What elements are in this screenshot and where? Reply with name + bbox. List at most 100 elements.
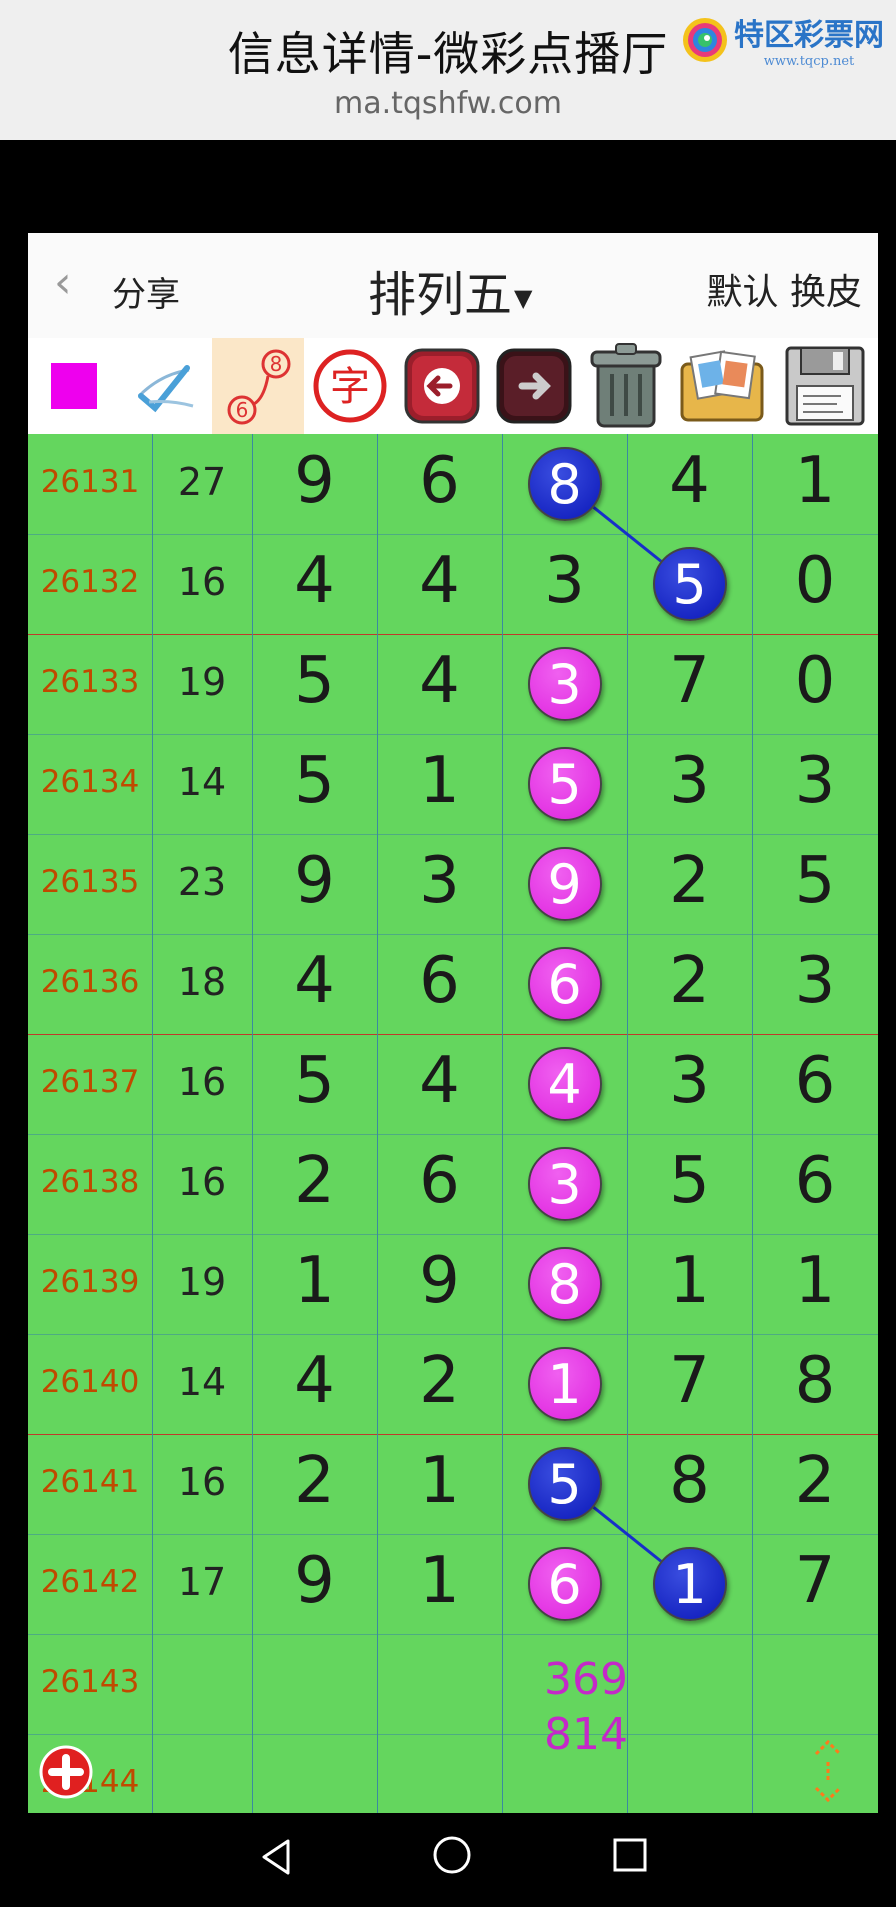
digit-cell[interactable]: 0	[752, 544, 878, 618]
share-button[interactable]: 分享	[112, 267, 180, 316]
android-nav-bar	[0, 1813, 896, 1907]
digit-cell[interactable]: 9	[252, 844, 377, 918]
period-number: 26135	[40, 864, 140, 900]
blue-ball-marker[interactable]: 8	[527, 447, 602, 521]
undo-arrow-icon	[404, 348, 480, 424]
text-char-button[interactable]: 字	[304, 338, 396, 434]
sum-value: 19	[177, 1260, 227, 1304]
nav-recents-icon[interactable]	[612, 1837, 648, 1873]
magenta-ball-marker[interactable]: 1	[527, 1347, 602, 1421]
prediction-line-1: 369	[544, 1654, 628, 1705]
digit-cell[interactable]: 7	[752, 1544, 878, 1618]
digit-cell[interactable]: 4	[252, 544, 377, 618]
magenta-ball-marker[interactable]: 3	[527, 1147, 602, 1221]
nav-back-icon[interactable]	[258, 1837, 294, 1877]
digit-cell[interactable]: 4	[252, 944, 377, 1018]
digit-cell[interactable]: 2	[252, 1144, 377, 1218]
digit-cell[interactable]: 1	[752, 444, 878, 518]
trash-icon	[590, 343, 662, 428]
magenta-ball-marker[interactable]: 6	[527, 1547, 602, 1621]
default-button[interactable]: 默认	[707, 272, 779, 313]
change-skin-button[interactable]: 换皮	[790, 272, 862, 313]
draw-chart-grid[interactable]: 26131 27 9 6 8 4 1 26132 16 4 4 3 5 0 26133 19 5 4 3 7 0 2613…	[28, 434, 878, 1813]
digit-cell[interactable]: 8	[627, 1444, 752, 1518]
scroll-updown-icon[interactable]	[808, 1738, 848, 1804]
digit-cell[interactable]: 4	[377, 644, 502, 718]
digit-cell[interactable]: 3	[752, 944, 878, 1018]
magenta-ball-marker[interactable]: 5	[527, 747, 602, 821]
blue-ball-marker[interactable]: 5	[527, 1447, 602, 1521]
connect-numbers-icon: 8 6	[227, 349, 291, 425]
digit-cell[interactable]: 4	[627, 444, 752, 518]
digit-cell[interactable]: 4	[377, 544, 502, 618]
digit-cell[interactable]: 7	[627, 644, 752, 718]
digit-cell[interactable]: 6	[377, 1144, 502, 1218]
digit-cell[interactable]: 2	[627, 944, 752, 1018]
page-url[interactable]: ma.tqshfw.com	[0, 86, 896, 121]
undo-button[interactable]	[396, 338, 488, 434]
nav-home-icon[interactable]	[432, 1835, 472, 1875]
digit-cell[interactable]: 6	[752, 1044, 878, 1118]
digit-cell[interactable]: 9	[252, 1544, 377, 1618]
lottery-type-selector[interactable]: 排列五▼	[368, 255, 532, 325]
blue-ball-marker[interactable]: 5	[652, 547, 727, 621]
digit-cell[interactable]: 5	[752, 844, 878, 918]
sum-value: 19	[177, 660, 227, 704]
digit-cell[interactable]: 3	[377, 844, 502, 918]
redo-button[interactable]	[488, 338, 580, 434]
digit-cell[interactable]: 1	[627, 1244, 752, 1318]
trash-button[interactable]	[580, 338, 672, 434]
sum-value: 14	[177, 1360, 227, 1404]
sum-value: 16	[177, 1460, 227, 1504]
magenta-ball-marker[interactable]: 6	[527, 947, 602, 1021]
chevron-left-icon[interactable]: ‹	[54, 261, 72, 305]
digit-cell[interactable]: 1	[752, 1244, 878, 1318]
digit-cell[interactable]: 3	[627, 744, 752, 818]
digit-cell[interactable]: 6	[377, 944, 502, 1018]
digit-cell[interactable]: 1	[377, 1444, 502, 1518]
plus-circle-icon[interactable]	[38, 1744, 94, 1800]
pen-check-button[interactable]	[120, 338, 212, 434]
digit-cell[interactable]: 5	[252, 1044, 377, 1118]
digit-cell[interactable]: 1	[252, 1244, 377, 1318]
connect-numbers-button[interactable]: 8 6	[212, 338, 304, 434]
digit-cell[interactable]: 5	[252, 644, 377, 718]
digit-cell[interactable]: 9	[252, 444, 377, 518]
digit-cell[interactable]: 7	[627, 1344, 752, 1418]
digit-cell[interactable]: 0	[752, 644, 878, 718]
digit-cell[interactable]: 5	[252, 744, 377, 818]
digit-cell[interactable]: 2	[377, 1344, 502, 1418]
app-panel: ‹ 分享 排列五▼ 默认 换皮 8 6 字 26131 27 9 6 8 4 1…	[28, 233, 878, 1813]
period-number: 26139	[40, 1264, 140, 1300]
digit-cell[interactable]: 3	[752, 744, 878, 818]
connect-top-number: 8	[270, 352, 283, 376]
digit-cell[interactable]: 8	[752, 1344, 878, 1418]
digit-cell[interactable]: 4	[252, 1344, 377, 1418]
digit-cell[interactable]: 9	[377, 1244, 502, 1318]
pictures-button[interactable]	[672, 338, 772, 434]
digit-cell[interactable]: 6	[377, 444, 502, 518]
digit-cell[interactable]: 1	[377, 744, 502, 818]
sum-value: 23	[177, 860, 227, 904]
digit-cell[interactable]: 6	[752, 1144, 878, 1218]
page-header: 信息详情-微彩点播厅 ma.tqshfw.com 特区彩票网 www.tqcp.…	[0, 0, 896, 140]
digit-cell[interactable]: 2	[627, 844, 752, 918]
digit-cell[interactable]: 1	[377, 1544, 502, 1618]
magenta-ball-marker[interactable]: 8	[527, 1247, 602, 1321]
magenta-ball-marker[interactable]: 9	[527, 847, 602, 921]
digit-cell[interactable]: 2	[752, 1444, 878, 1518]
digit-cell[interactable]: 2	[252, 1444, 377, 1518]
logo-name: 特区彩票网	[734, 18, 884, 53]
blue-ball-marker[interactable]: 1	[652, 1547, 727, 1621]
digit-cell[interactable]: 3	[502, 544, 627, 618]
digit-cell[interactable]: 5	[627, 1144, 752, 1218]
color-swatch-button[interactable]	[28, 338, 120, 434]
sum-value: 16	[177, 560, 227, 604]
period-number: 26142	[40, 1564, 140, 1600]
digit-cell[interactable]: 4	[377, 1044, 502, 1118]
magenta-ball-marker[interactable]: 4	[527, 1047, 602, 1121]
save-button[interactable]	[772, 338, 878, 434]
digit-cell[interactable]: 3	[627, 1044, 752, 1118]
site-logo[interactable]: 特区彩票网 www.tqcp.net	[680, 10, 884, 69]
magenta-ball-marker[interactable]: 3	[527, 647, 602, 721]
